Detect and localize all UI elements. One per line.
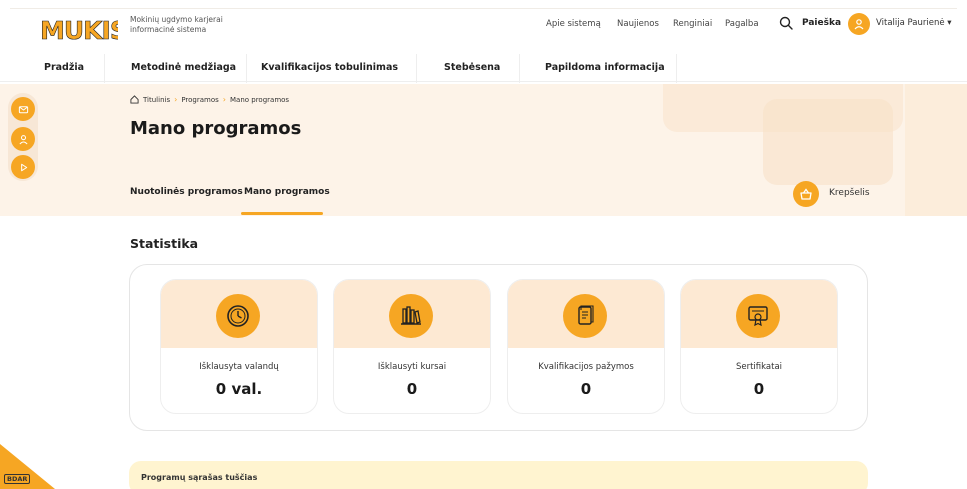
- top-divider: [10, 8, 957, 9]
- chevron-right-icon: ›: [222, 95, 226, 104]
- envelope-icon: [18, 105, 28, 113]
- home-icon[interactable]: [130, 95, 139, 104]
- gdpr-corner-button[interactable]: BDAR: [0, 444, 55, 489]
- hero-decoration: [763, 99, 893, 185]
- breadcrumb: Titulinis › Programos › Mano programos: [130, 95, 289, 104]
- nav-divider: [104, 54, 105, 83]
- user-icon: [18, 134, 28, 144]
- stat-value: 0: [406, 380, 418, 398]
- nav-divider: [246, 54, 247, 83]
- nav-item-monitoring[interactable]: Stebėsena: [444, 62, 500, 73]
- bdar-label[interactable]: BDAR: [4, 474, 31, 484]
- user-icon: [854, 19, 864, 30]
- page-title: Mano programos: [130, 118, 302, 139]
- nav-divider: [519, 54, 520, 83]
- stat-label: Išklausyta valandų: [199, 362, 279, 372]
- empty-programs-notice: Programų sąrašas tuščias: [129, 461, 868, 489]
- stat-card-qualifications: Kvalifikacijos pažymos 0: [507, 279, 665, 414]
- main-nav: Pradžia Metodinė medžiaga Kvalifikacijos…: [0, 54, 967, 82]
- link-news[interactable]: Naujienos: [617, 19, 659, 29]
- nav-divider: [416, 54, 417, 83]
- document-icon: [563, 294, 607, 338]
- stat-label: Išklausyti kursai: [377, 362, 447, 372]
- user-menu[interactable]: Vitalija Paurienė ▾: [876, 18, 952, 28]
- link-events[interactable]: Renginiai: [673, 19, 712, 29]
- play-button[interactable]: [11, 155, 35, 179]
- breadcrumb-current: Mano programos: [229, 95, 290, 104]
- link-about[interactable]: Apie sistemą: [546, 19, 601, 29]
- nav-item-methodical-material[interactable]: Metodinė medžiaga: [131, 62, 236, 73]
- nav-item-additional-info[interactable]: Papildoma informacija: [545, 62, 665, 73]
- active-tab-indicator: [241, 212, 323, 215]
- link-help[interactable]: Pagalba: [725, 19, 759, 29]
- message-button[interactable]: [11, 97, 35, 121]
- mukis-logo[interactable]: MUKIS MUKIS: [40, 15, 118, 43]
- hero-decoration: [905, 84, 967, 216]
- svg-text:MUKIS: MUKIS: [40, 16, 118, 43]
- stat-card-courses: Išklausyti kursai 0: [333, 279, 491, 414]
- top-bar: MUKIS MUKIS Mokinių ugdymo karjerai info…: [0, 0, 967, 50]
- basket-icon: [800, 188, 812, 200]
- nav-item-qualification[interactable]: Kvalifikacijos tobulinimas: [261, 62, 398, 73]
- certificate-icon: [736, 294, 780, 338]
- cart-button[interactable]: [793, 181, 819, 207]
- stats-title: Statistika: [130, 236, 199, 251]
- stat-value: 0: [753, 380, 765, 398]
- stat-card-certificates: Sertifikatai 0: [680, 279, 838, 414]
- stat-card-hours: Išklausyta valandų 0 val.: [160, 279, 318, 414]
- notice-text: Programų sąrašas tuščias: [141, 473, 258, 482]
- nav-divider: [676, 54, 677, 83]
- tab-remote-programs[interactable]: Nuotolinės programos: [130, 187, 243, 197]
- profile-button[interactable]: [11, 127, 35, 151]
- page-hero: Titulinis › Programos › Mano programos M…: [0, 84, 967, 216]
- cart-label[interactable]: Krepšelis: [829, 188, 870, 198]
- stat-value: 0: [580, 380, 592, 398]
- stat-label: Sertifikatai: [735, 362, 783, 372]
- stat-value: 0 val.: [215, 380, 263, 398]
- breadcrumb-programs[interactable]: Programos: [181, 96, 218, 104]
- breadcrumb-home[interactable]: Titulinis: [143, 96, 170, 104]
- search-icon[interactable]: [779, 16, 793, 30]
- play-icon: [20, 163, 27, 171]
- clock-icon: [216, 294, 260, 338]
- chevron-right-icon: ›: [174, 95, 178, 104]
- stat-label: Kvalifikacijos pažymos: [538, 362, 634, 372]
- books-icon: [389, 294, 433, 338]
- site-tagline: Mokinių ugdymo karjerai informacinė sist…: [130, 15, 223, 34]
- nav-item-home[interactable]: Pradžia: [44, 62, 84, 73]
- tab-my-programs[interactable]: Mano programos: [244, 187, 330, 197]
- user-avatar[interactable]: [848, 13, 870, 35]
- search-button-label[interactable]: Paieška: [802, 18, 841, 28]
